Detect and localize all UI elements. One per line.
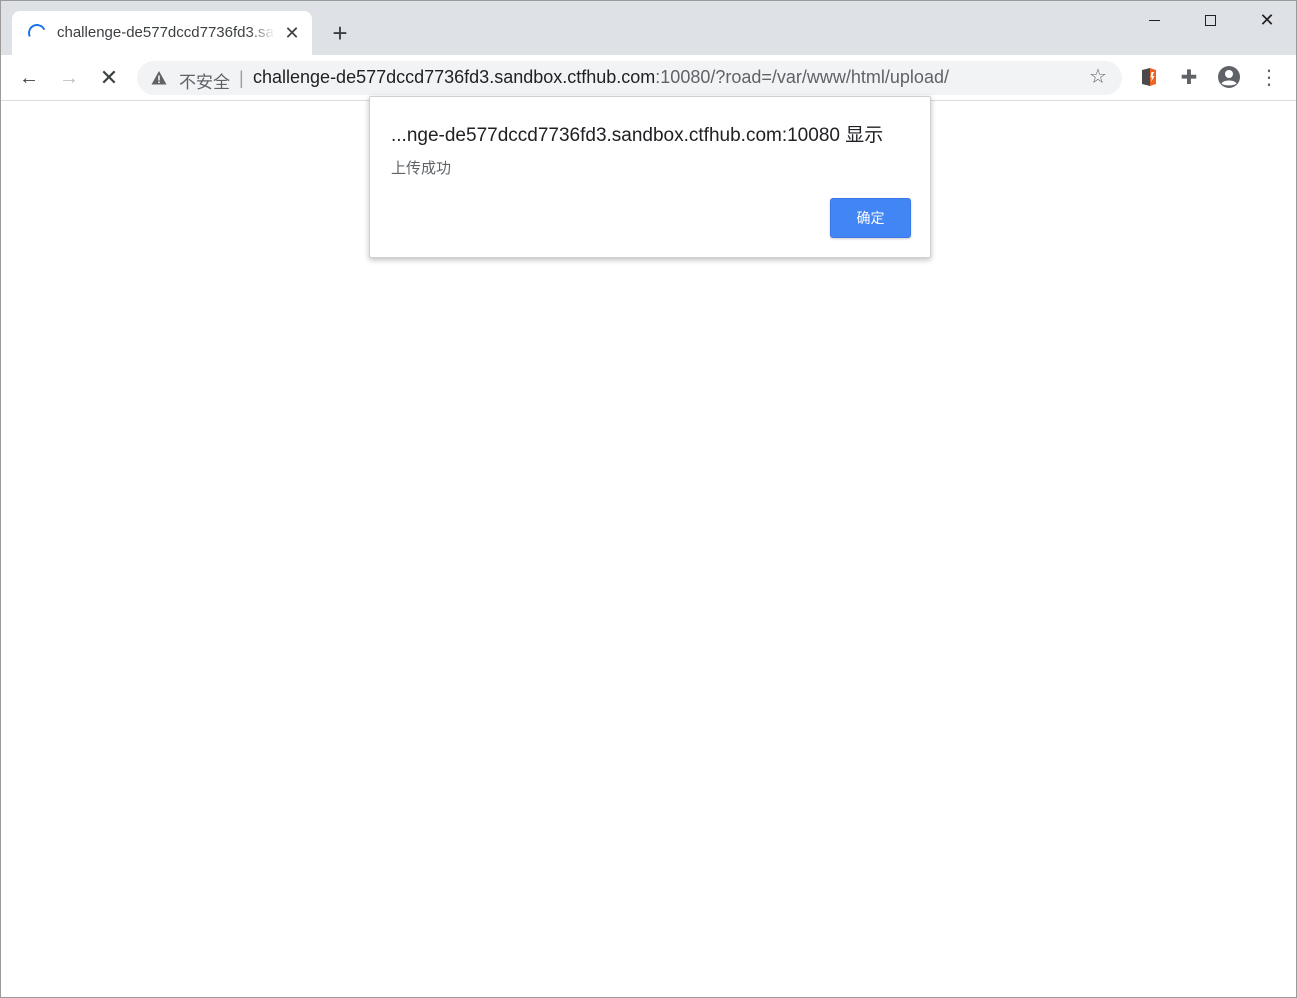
address-separator: | bbox=[239, 68, 244, 88]
spinner-icon bbox=[25, 21, 49, 45]
tab-close-icon[interactable]: ✕ bbox=[282, 23, 302, 43]
back-button[interactable]: ← bbox=[14, 63, 44, 93]
warning-icon[interactable] bbox=[151, 70, 167, 86]
url-text[interactable]: challenge-de577dccd7736fd3.sandbox.ctfhu… bbox=[253, 67, 949, 88]
forward-button[interactable]: → bbox=[54, 63, 84, 93]
dialog-message: 上传成功 bbox=[391, 160, 452, 177]
profile-avatar-button[interactable] bbox=[1216, 64, 1242, 90]
tab-title: challenge-de577dccd7736fd3.sandbox.ctfhu… bbox=[57, 24, 275, 41]
window-close-button[interactable]: ✕ bbox=[1244, 6, 1290, 34]
extensions-puzzle-icon[interactable]: ✚ bbox=[1176, 64, 1202, 90]
extension-logo-icon bbox=[1142, 68, 1156, 86]
window-maximize-button[interactable] bbox=[1187, 6, 1233, 34]
dialog-title: ...nge-de577dccd7736fd3.sandbox.ctfhub.c… bbox=[391, 125, 884, 146]
arrow-left-icon: ← bbox=[19, 66, 39, 89]
minimize-icon bbox=[1148, 19, 1160, 21]
kebab-menu-icon[interactable]: ⋮ bbox=[1256, 64, 1282, 90]
browser-toolbar: ← → ✕ 不安全 | challenge-de577dccd7736fd3.s… bbox=[1, 55, 1296, 101]
extension-button[interactable] bbox=[1136, 64, 1162, 90]
account-circle-icon bbox=[1218, 66, 1240, 88]
bookmark-star-icon[interactable]: ☆ bbox=[1087, 66, 1109, 88]
maximize-icon bbox=[1204, 14, 1216, 26]
arrow-right-icon: → bbox=[59, 66, 79, 89]
window-minimize-button[interactable] bbox=[1131, 6, 1177, 34]
new-tab-button[interactable]: + bbox=[326, 20, 354, 48]
stop-loading-button[interactable]: ✕ bbox=[94, 63, 124, 93]
close-icon: ✕ bbox=[1259, 10, 1275, 30]
url-path: :10080/?road=/var/www/html/upload/ bbox=[655, 67, 949, 87]
security-status-label[interactable]: 不安全 bbox=[179, 68, 230, 93]
ok-button[interactable]: 确定 bbox=[830, 198, 911, 238]
alert-dialog: ...nge-de577dccd7736fd3.sandbox.ctfhub.c… bbox=[369, 96, 931, 258]
tab-strip: challenge-de577dccd7736fd3.sandbox.ctfhu… bbox=[1, 1, 1296, 55]
stop-icon: ✕ bbox=[99, 65, 119, 90]
url-host: challenge-de577dccd7736fd3.sandbox.ctfhu… bbox=[253, 67, 656, 87]
browser-window: challenge-de577dccd7736fd3.sandbox.ctfhu… bbox=[0, 0, 1297, 998]
tab-active[interactable]: challenge-de577dccd7736fd3.sandbox.ctfhu… bbox=[12, 11, 312, 55]
address-bar[interactable]: 不安全 | challenge-de577dccd7736fd3.sandbox… bbox=[137, 61, 1122, 95]
